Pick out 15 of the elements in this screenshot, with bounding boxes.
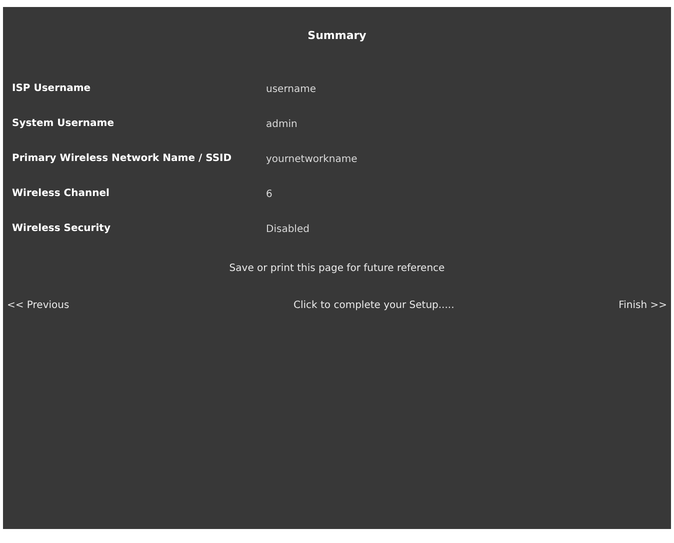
field-label: ISP Username	[11, 83, 92, 95]
field-value: Disabled	[266, 222, 310, 236]
field-value: 6	[266, 188, 272, 202]
field-label: Primary Wireless Network Name / SSID	[11, 153, 233, 165]
setup-instruction: Click to complete your Setup.....	[292, 298, 454, 312]
field-label: System Username	[11, 118, 115, 130]
field-value: yournetworkname	[266, 152, 358, 166]
reference-note: Save or print this page for future reference	[229, 262, 445, 276]
field-value: username	[266, 82, 316, 96]
summary-title: Summary	[308, 28, 366, 44]
field-label: Wireless Security	[11, 223, 112, 235]
field-value: admin	[266, 118, 298, 132]
field-label: Wireless Channel	[11, 188, 110, 200]
finish-link[interactable]: Finish >>	[618, 298, 667, 312]
previous-link[interactable]: << Previous	[7, 298, 70, 312]
